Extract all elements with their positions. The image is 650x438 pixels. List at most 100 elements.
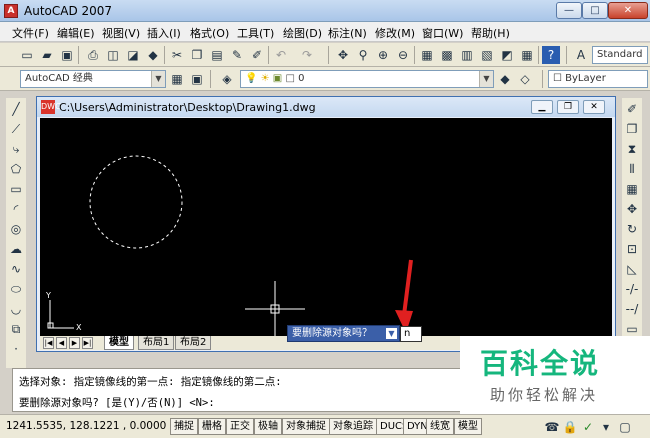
workspace-combo[interactable]: AutoCAD 经典 ▼ (20, 70, 166, 88)
polar-button[interactable]: 极轴 (254, 418, 282, 435)
snap-button[interactable]: 捕捉 (170, 418, 198, 435)
polygon-icon[interactable]: ⬠ (7, 160, 25, 178)
close-button[interactable]: ✕ (608, 2, 648, 19)
otrack-button[interactable]: 对象追踪 (329, 418, 377, 435)
tool-palettes-icon[interactable]: ▥ (458, 46, 476, 64)
redo-icon[interactable]: ↷ (298, 46, 316, 64)
ellipse-arc-icon[interactable]: ◡ (7, 300, 25, 318)
zoom-previous-icon[interactable]: ⊖ (394, 46, 412, 64)
first-tab-icon[interactable]: |◀ (43, 337, 54, 349)
workspace-settings-icon[interactable]: ▦ (168, 70, 186, 88)
extend-icon[interactable]: --/ (623, 300, 641, 318)
osnap-button[interactable]: 对象捕捉 (282, 418, 330, 435)
text-style-combo[interactable]: Standard (592, 46, 648, 64)
polyline-icon[interactable]: ⤷ (7, 140, 25, 158)
trusted-icon[interactable]: ✓ (579, 418, 597, 436)
lineweight-button[interactable]: 线宽 (426, 418, 454, 435)
lock-toolbar-icon[interactable]: 🔒 (561, 418, 579, 436)
drawing-restore-button[interactable]: ❐ (557, 100, 579, 114)
layer-manager-icon[interactable]: ◈ (218, 70, 236, 88)
tab-model[interactable]: 模型 (104, 336, 134, 350)
ellipse-icon[interactable]: ⬭ (7, 280, 25, 298)
array-icon[interactable]: ▦ (623, 180, 641, 198)
calculator-icon[interactable]: ▦ (518, 46, 536, 64)
plot-icon[interactable]: ◆ (144, 46, 162, 64)
mirror-icon[interactable]: ⧗ (623, 140, 641, 158)
make-current-layer-icon[interactable]: ◆ (496, 70, 514, 88)
model-button[interactable]: 模型 (454, 418, 482, 435)
stretch-icon[interactable]: ◺ (623, 260, 641, 278)
paste-icon[interactable]: ▤ (208, 46, 226, 64)
trim-icon[interactable]: -/- (623, 280, 641, 298)
markup-icon[interactable]: ◩ (498, 46, 516, 64)
block-editor-icon[interactable]: ✐ (248, 46, 266, 64)
arc-icon[interactable]: ◜ (7, 200, 25, 218)
undo-icon[interactable]: ↶ (272, 46, 290, 64)
properties-icon[interactable]: ▦ (418, 46, 436, 64)
pan-icon[interactable]: ✥ (334, 46, 352, 64)
linetype-combo[interactable]: ☐ ByLayer (548, 70, 648, 88)
zoom-realtime-icon[interactable]: ⚲ (354, 46, 372, 64)
layer-combo[interactable]: 💡 ☀ ▣ □ 0 ▼ (240, 70, 494, 88)
tab-layout1[interactable]: 布局1 (138, 336, 175, 350)
cut-icon[interactable]: ✂ (168, 46, 186, 64)
grid-button[interactable]: 栅格 (198, 418, 226, 435)
clean-screen-icon[interactable]: ▢ (616, 418, 634, 436)
prev-tab-icon[interactable]: ◀ (56, 337, 67, 349)
layer-previous-icon[interactable]: ◇ (516, 70, 534, 88)
design-center-icon[interactable]: ▩ (438, 46, 456, 64)
drawing-minimize-button[interactable]: ▁ (531, 100, 553, 114)
options-arrow-icon[interactable]: ▼ (386, 328, 397, 339)
match-properties-icon[interactable]: ✎ (228, 46, 246, 64)
save-icon[interactable]: ▣ (58, 46, 76, 64)
rotate-icon[interactable]: ↻ (623, 220, 641, 238)
new-icon[interactable]: ▭ (18, 46, 36, 64)
offset-icon[interactable]: ⫴ (623, 160, 641, 178)
menu-tools[interactable]: 工具(T) (237, 25, 274, 41)
print-icon[interactable]: ⎙ (84, 46, 102, 64)
construction-line-icon[interactable]: ⟋ (7, 120, 25, 138)
publish-icon[interactable]: ◪ (124, 46, 142, 64)
zoom-window-icon[interactable]: ⊕ (374, 46, 392, 64)
rectangle-icon[interactable]: ▭ (7, 180, 25, 198)
help-icon[interactable]: ? (542, 46, 560, 64)
spline-icon[interactable]: ∿ (7, 260, 25, 278)
open-icon[interactable]: ▰ (38, 46, 56, 64)
scale-icon[interactable]: ⊡ (623, 240, 641, 258)
sheet-set-icon[interactable]: ▧ (478, 46, 496, 64)
tab-layout2[interactable]: 布局2 (175, 336, 212, 350)
minimize-button[interactable]: — (556, 2, 582, 19)
preview-icon[interactable]: ◫ (104, 46, 122, 64)
menu-file[interactable]: 文件(F) (12, 25, 49, 41)
copy-icon[interactable]: ❐ (188, 46, 206, 64)
ortho-button[interactable]: 正交 (226, 418, 254, 435)
circle-icon[interactable]: ◎ (7, 220, 25, 238)
coordinate-readout[interactable]: 1241.5535, 128.1221 , 0.0000 (6, 420, 166, 432)
menu-help[interactable]: 帮助(H) (471, 25, 510, 41)
last-tab-icon[interactable]: ▶| (82, 337, 93, 349)
erase-icon[interactable]: ✐ (623, 100, 641, 118)
model-space-canvas[interactable]: Y X (40, 118, 612, 336)
point-icon[interactable]: · (7, 340, 25, 358)
status-menu-icon[interactable]: ▾ (597, 418, 615, 436)
selected-circle[interactable] (89, 155, 183, 249)
maximize-button[interactable]: □ (582, 2, 608, 19)
menu-format[interactable]: 格式(O) (190, 25, 229, 41)
menu-insert[interactable]: 插入(I) (147, 25, 181, 41)
revision-cloud-icon[interactable]: ☁ (7, 240, 25, 258)
workspace-save-icon[interactable]: ▣ (188, 70, 206, 88)
menu-dimension[interactable]: 标注(N) (328, 25, 367, 41)
drawing-close-button[interactable]: ✕ (583, 100, 605, 114)
menu-edit[interactable]: 编辑(E) (57, 25, 95, 41)
menu-window[interactable]: 窗口(W) (422, 25, 463, 41)
move-icon[interactable]: ✥ (623, 200, 641, 218)
text-style-icon[interactable]: A (572, 46, 590, 64)
menu-draw[interactable]: 绘图(D) (283, 25, 322, 41)
insert-block-icon[interactable]: ⧉ (7, 320, 25, 338)
autocad-app-icon[interactable]: A (4, 4, 18, 18)
communication-center-icon[interactable]: ☎ (543, 418, 561, 436)
copy-object-icon[interactable]: ❐ (623, 120, 641, 138)
dynamic-input-field[interactable]: n (400, 326, 422, 342)
menu-view[interactable]: 视图(V) (102, 25, 140, 41)
next-tab-icon[interactable]: ▶ (69, 337, 80, 349)
